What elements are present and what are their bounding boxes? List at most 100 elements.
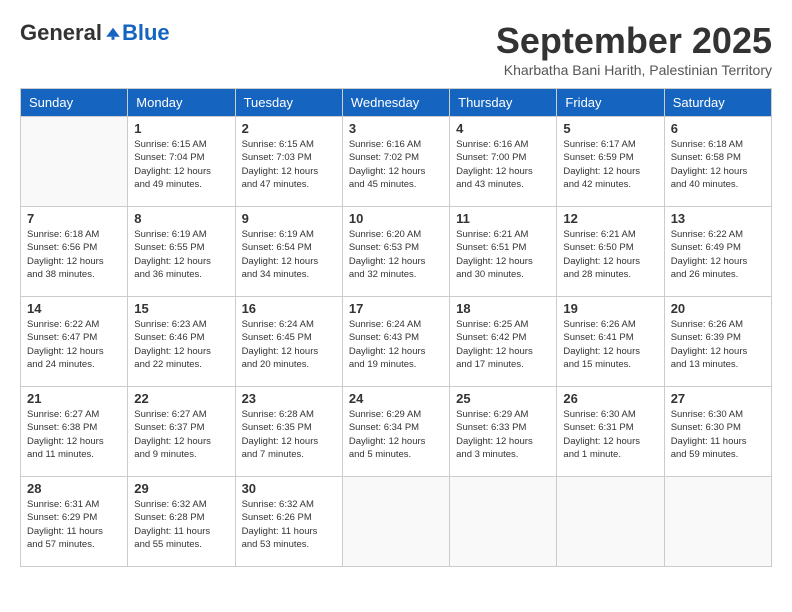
day-info: Sunrise: 6:27 AM Sunset: 6:37 PM Dayligh…	[134, 408, 228, 461]
day-number: 28	[27, 481, 121, 496]
day-info: Sunrise: 6:32 AM Sunset: 6:26 PM Dayligh…	[242, 498, 336, 551]
calendar-cell: 13 Sunrise: 6:22 AM Sunset: 6:49 PM Dayli…	[664, 207, 771, 297]
calendar-cell: 15 Sunrise: 6:23 AM Sunset: 6:46 PM Dayli…	[128, 297, 235, 387]
calendar-week-row-1: 1 Sunrise: 6:15 AM Sunset: 7:04 PM Daylig…	[21, 117, 772, 207]
day-number: 15	[134, 301, 228, 316]
day-number: 5	[563, 121, 657, 136]
calendar-cell: 22Sunrise: 6:27 AM Sunset: 6:37 PM Dayli…	[128, 387, 235, 477]
day-number: 1	[134, 121, 228, 136]
day-number: 7	[27, 211, 121, 226]
calendar-cell: 12Sunrise: 6:21 AM Sunset: 6:50 PM Dayli…	[557, 207, 664, 297]
calendar-cell	[557, 477, 664, 567]
calendar-header-friday: Friday	[557, 89, 664, 117]
day-number: 16	[242, 301, 336, 316]
day-info: Sunrise: 6:30 AM Sunset: 6:31 PM Dayligh…	[563, 408, 657, 461]
day-number: 24	[349, 391, 443, 406]
day-number: 12	[563, 211, 657, 226]
day-info: Sunrise: 6:29 AM Sunset: 6:34 PM Dayligh…	[349, 408, 443, 461]
day-info: Sunrise: 6:18 AM Sunset: 6:58 PM Dayligh…	[671, 138, 765, 191]
day-info: Sunrise: 6:15 AM Sunset: 7:03 PM Dayligh…	[242, 138, 336, 191]
calendar-header-thursday: Thursday	[450, 89, 557, 117]
calendar-cell: 21Sunrise: 6:27 AM Sunset: 6:38 PM Dayli…	[21, 387, 128, 477]
calendar-header-monday: Monday	[128, 89, 235, 117]
calendar-cell: 6 Sunrise: 6:18 AM Sunset: 6:58 PM Daylig…	[664, 117, 771, 207]
day-info: Sunrise: 6:32 AM Sunset: 6:28 PM Dayligh…	[134, 498, 228, 551]
calendar-header-tuesday: Tuesday	[235, 89, 342, 117]
day-number: 19	[563, 301, 657, 316]
calendar-header-sunday: Sunday	[21, 89, 128, 117]
day-info: Sunrise: 6:22 AM Sunset: 6:49 PM Dayligh…	[671, 228, 765, 281]
calendar-cell: 10 Sunrise: 6:20 AM Sunset: 6:53 PM Dayli…	[342, 207, 449, 297]
calendar-cell: 2Sunrise: 6:15 AM Sunset: 7:03 PM Daylig…	[235, 117, 342, 207]
day-info: Sunrise: 6:24 AM Sunset: 6:45 PM Dayligh…	[242, 318, 336, 371]
day-info: Sunrise: 6:25 AM Sunset: 6:42 PM Dayligh…	[456, 318, 550, 371]
day-info: Sunrise: 6:30 AM Sunset: 6:30 PM Dayligh…	[671, 408, 765, 461]
day-info: Sunrise: 6:26 AM Sunset: 6:41 PM Dayligh…	[563, 318, 657, 371]
day-number: 10	[349, 211, 443, 226]
day-info: Sunrise: 6:29 AM Sunset: 6:33 PM Dayligh…	[456, 408, 550, 461]
calendar-table: SundayMondayTuesdayWednesdayThursdayFrid…	[20, 88, 772, 567]
logo-general-text: General	[20, 20, 102, 46]
logo: General Blue	[20, 20, 170, 46]
calendar-cell: 23Sunrise: 6:28 AM Sunset: 6:35 PM Dayli…	[235, 387, 342, 477]
calendar-cell	[450, 477, 557, 567]
calendar-cell: 1 Sunrise: 6:15 AM Sunset: 7:04 PM Daylig…	[128, 117, 235, 207]
day-number: 8	[134, 211, 228, 226]
calendar-cell: 9 Sunrise: 6:19 AM Sunset: 6:54 PM Daylig…	[235, 207, 342, 297]
day-info: Sunrise: 6:20 AM Sunset: 6:53 PM Dayligh…	[349, 228, 443, 281]
calendar-cell: 25 Sunrise: 6:29 AM Sunset: 6:33 PM Dayli…	[450, 387, 557, 477]
day-number: 13	[671, 211, 765, 226]
day-info: Sunrise: 6:19 AM Sunset: 6:54 PM Dayligh…	[242, 228, 336, 281]
day-number: 4	[456, 121, 550, 136]
calendar-week-row-3: 14 Sunrise: 6:22 AM Sunset: 6:47 PM Dayli…	[21, 297, 772, 387]
calendar-cell: 19 Sunrise: 6:26 AM Sunset: 6:41 PM Dayli…	[557, 297, 664, 387]
day-info: Sunrise: 6:18 AM Sunset: 6:56 PM Dayligh…	[27, 228, 121, 281]
calendar-cell: 17Sunrise: 6:24 AM Sunset: 6:43 PM Dayli…	[342, 297, 449, 387]
day-number: 14	[27, 301, 121, 316]
calendar-cell: 27 Sunrise: 6:30 AM Sunset: 6:30 PM Dayli…	[664, 387, 771, 477]
day-number: 9	[242, 211, 336, 226]
calendar-week-row-2: 7 Sunrise: 6:18 AM Sunset: 6:56 PM Daylig…	[21, 207, 772, 297]
day-number: 21	[27, 391, 121, 406]
logo-blue-text: Blue	[122, 20, 170, 46]
calendar-cell	[342, 477, 449, 567]
day-info: Sunrise: 6:24 AM Sunset: 6:43 PM Dayligh…	[349, 318, 443, 371]
day-number: 18	[456, 301, 550, 316]
day-info: Sunrise: 6:23 AM Sunset: 6:46 PM Dayligh…	[134, 318, 228, 371]
logo-icon	[104, 24, 122, 42]
calendar-cell: 28Sunrise: 6:31 AM Sunset: 6:29 PM Dayli…	[21, 477, 128, 567]
calendar-week-row-4: 21Sunrise: 6:27 AM Sunset: 6:38 PM Dayli…	[21, 387, 772, 477]
page-header: General Blue September 2025 Kharbatha Ba…	[20, 20, 772, 78]
calendar-cell: 7 Sunrise: 6:18 AM Sunset: 6:56 PM Daylig…	[21, 207, 128, 297]
title-section: September 2025 Kharbatha Bani Harith, Pa…	[496, 20, 772, 78]
day-number: 25	[456, 391, 550, 406]
calendar-cell: 16 Sunrise: 6:24 AM Sunset: 6:45 PM Dayli…	[235, 297, 342, 387]
day-number: 23	[242, 391, 336, 406]
day-info: Sunrise: 6:16 AM Sunset: 7:02 PM Dayligh…	[349, 138, 443, 191]
calendar-cell: 3Sunrise: 6:16 AM Sunset: 7:02 PM Daylig…	[342, 117, 449, 207]
day-info: Sunrise: 6:15 AM Sunset: 7:04 PM Dayligh…	[134, 138, 228, 191]
calendar-cell: 30 Sunrise: 6:32 AM Sunset: 6:26 PM Dayli…	[235, 477, 342, 567]
day-info: Sunrise: 6:16 AM Sunset: 7:00 PM Dayligh…	[456, 138, 550, 191]
calendar-header-row: SundayMondayTuesdayWednesdayThursdayFrid…	[21, 89, 772, 117]
calendar-cell: 29Sunrise: 6:32 AM Sunset: 6:28 PM Dayli…	[128, 477, 235, 567]
day-number: 27	[671, 391, 765, 406]
day-info: Sunrise: 6:19 AM Sunset: 6:55 PM Dayligh…	[134, 228, 228, 281]
day-info: Sunrise: 6:22 AM Sunset: 6:47 PM Dayligh…	[27, 318, 121, 371]
calendar-cell: 4 Sunrise: 6:16 AM Sunset: 7:00 PM Daylig…	[450, 117, 557, 207]
day-number: 30	[242, 481, 336, 496]
calendar-cell: 18 Sunrise: 6:25 AM Sunset: 6:42 PM Dayli…	[450, 297, 557, 387]
day-info: Sunrise: 6:21 AM Sunset: 6:51 PM Dayligh…	[456, 228, 550, 281]
calendar-cell: 11Sunrise: 6:21 AM Sunset: 6:51 PM Dayli…	[450, 207, 557, 297]
calendar-cell: 8 Sunrise: 6:19 AM Sunset: 6:55 PM Daylig…	[128, 207, 235, 297]
day-info: Sunrise: 6:26 AM Sunset: 6:39 PM Dayligh…	[671, 318, 765, 371]
month-title: September 2025	[496, 20, 772, 62]
calendar-header-wednesday: Wednesday	[342, 89, 449, 117]
calendar-cell	[664, 477, 771, 567]
location-text: Kharbatha Bani Harith, Palestinian Terri…	[496, 62, 772, 78]
calendar-cell: 26Sunrise: 6:30 AM Sunset: 6:31 PM Dayli…	[557, 387, 664, 477]
calendar-week-row-5: 28Sunrise: 6:31 AM Sunset: 6:29 PM Dayli…	[21, 477, 772, 567]
calendar-cell: 20Sunrise: 6:26 AM Sunset: 6:39 PM Dayli…	[664, 297, 771, 387]
day-number: 6	[671, 121, 765, 136]
calendar-cell: 5Sunrise: 6:17 AM Sunset: 6:59 PM Daylig…	[557, 117, 664, 207]
